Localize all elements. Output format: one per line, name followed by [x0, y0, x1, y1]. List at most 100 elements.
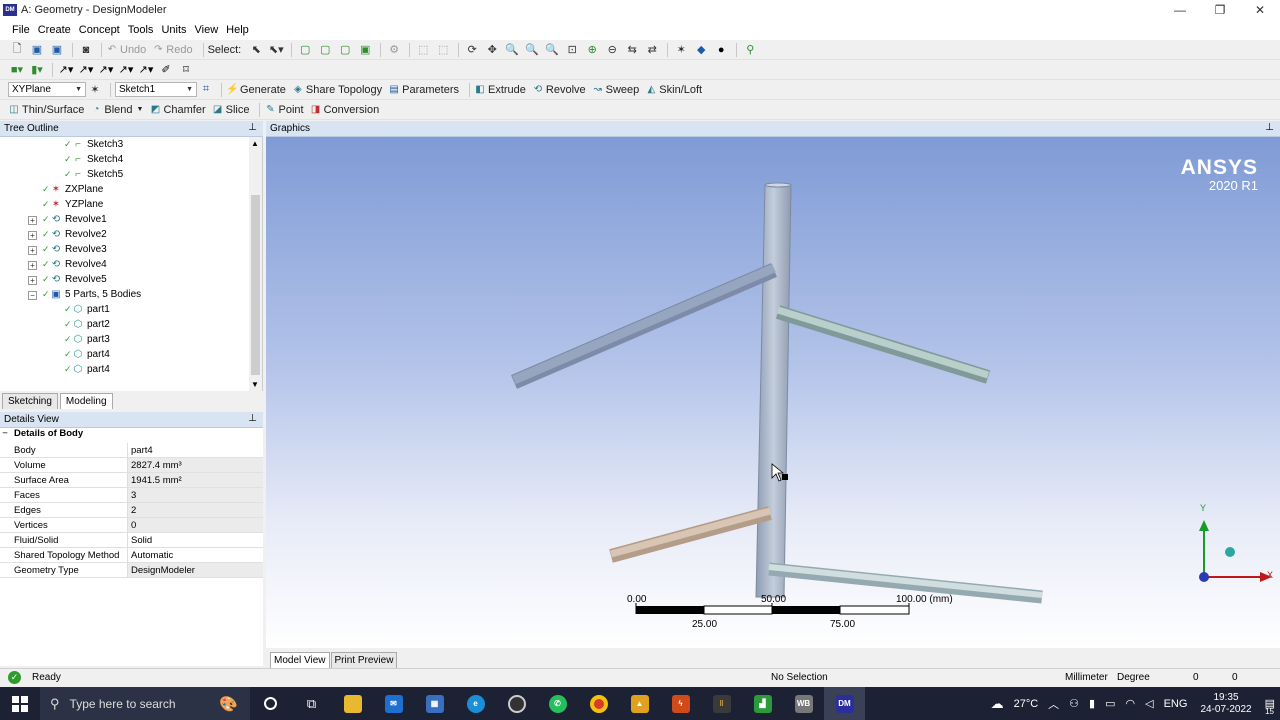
tree-item-part4-b[interactable]: ✓ ⬡ part4 — [64, 362, 110, 377]
tab-sketching[interactable]: Sketching — [2, 393, 58, 409]
meet-icon[interactable]: ⚇ — [1069, 697, 1079, 710]
pipe-vertical[interactable] — [755, 184, 792, 598]
tree-item-sketch5[interactable]: ✓ ⌐ Sketch5 — [64, 167, 123, 182]
excel-chart-icon[interactable]: ▟ — [742, 687, 783, 720]
select-mode-icon[interactable]: ⬉ — [247, 42, 265, 58]
tab-modeling[interactable]: Modeling — [59, 393, 113, 409]
next-view-icon[interactable]: ⇄ — [643, 42, 661, 58]
mail-icon[interactable]: ✉ — [373, 687, 414, 720]
slice-button[interactable]: ◪ Slice — [212, 104, 250, 116]
spline-tool-icon[interactable]: ↗▾ — [97, 62, 115, 78]
graphics-viewport[interactable]: ANSYS 2020 R1 0.00 50.00 100.00 (mm) 25.… — [266, 137, 1280, 648]
zoom-box-icon[interactable]: ⊡ — [563, 42, 581, 58]
expand-icon[interactable]: + — [28, 261, 37, 270]
details-row[interactable]: Shared Topology Method Automatic — [0, 548, 263, 563]
display-model-icon[interactable]: ◆ — [692, 42, 710, 58]
new-sketch-icon[interactable]: ⌗ — [197, 82, 215, 98]
tray-expand-icon[interactable]: ︿ — [1048, 696, 1059, 712]
construction-icon[interactable]: ⌑ — [177, 62, 195, 78]
box-zoom-icon[interactable]: 🔍 — [523, 42, 541, 58]
save-as-icon[interactable]: ▣ — [48, 42, 66, 58]
parameters-button[interactable]: ▤ Parameters — [388, 84, 459, 96]
store-icon[interactable]: ▦ — [414, 687, 455, 720]
notification-icon[interactable]: ▤ 15 — [1265, 697, 1275, 716]
collapse-icon[interactable]: − — [0, 428, 10, 443]
taskbar-search[interactable]: ⚲ Type here to search 🎨 — [40, 687, 250, 720]
menu-help[interactable]: Help — [222, 24, 253, 36]
details-row[interactable]: Faces 3 — [0, 488, 263, 503]
revolve-button[interactable]: ⟲ Revolve — [532, 84, 586, 96]
blend-button[interactable]: ◔ Blend ▼ — [90, 104, 143, 116]
designmodeler-taskbar-icon[interactable]: DM — [824, 687, 865, 720]
bottle-app-icon[interactable]: ǁ — [701, 687, 742, 720]
menu-concept[interactable]: Concept — [75, 24, 124, 36]
clock[interactable]: 19:35 24-07-2022 — [1200, 692, 1251, 716]
conversion-button[interactable]: ◨ Conversion — [310, 104, 379, 116]
details-row[interactable]: Fluid/Solid Solid — [0, 533, 263, 548]
tree-item-part4[interactable]: ✓ ⬡ part4 — [64, 347, 110, 362]
tree-item-revolve4[interactable]: ✓ ⟲ Revolve4 — [42, 257, 107, 272]
select-points-icon[interactable]: ▢ — [296, 42, 314, 58]
color-display-icon[interactable]: ■▾ — [8, 62, 26, 78]
generate-button[interactable]: ⚡ Generate — [226, 84, 286, 96]
tree-item-part2[interactable]: ✓ ⬡ part2 — [64, 317, 110, 332]
plane-dropdown[interactable]: XYPlane ▼ — [8, 82, 86, 97]
details-row[interactable]: Edges 2 — [0, 503, 263, 518]
expand-icon[interactable]: + — [28, 231, 37, 240]
tree-item-part1[interactable]: ✓ ⬡ part1 — [64, 302, 110, 317]
close-button[interactable]: ✕ — [1240, 0, 1280, 20]
expand-icon[interactable]: + — [28, 276, 37, 285]
menu-view[interactable]: View — [191, 24, 223, 36]
pin-icon[interactable]: ⊥ — [248, 122, 257, 133]
scroll-thumb[interactable] — [251, 195, 260, 375]
details-row[interactable]: Body part4 — [0, 443, 263, 458]
details-section-header[interactable]: − Details of Body — [0, 428, 263, 443]
tree-item-sketch3[interactable]: ✓ ⌐ Sketch3 — [64, 137, 123, 152]
weather-icon[interactable]: ☁ — [991, 696, 1004, 712]
look-at-icon[interactable]: ✶ — [672, 42, 690, 58]
help-icon[interactable]: ⚲ — [741, 42, 759, 58]
menu-file[interactable]: File — [8, 24, 34, 36]
tree-item-revolve2[interactable]: ✓ ⟲ Revolve2 — [42, 227, 107, 242]
scroll-down-icon[interactable]: ▼ — [251, 380, 259, 389]
screenshot-icon[interactable]: ◙ — [77, 42, 95, 58]
sketch-dropdown[interactable]: Sketch1 ▼ — [115, 82, 197, 97]
pin-icon[interactable]: ⊥ — [1265, 122, 1274, 133]
tab-print-preview[interactable]: Print Preview — [330, 652, 398, 668]
new-icon[interactable]: 🗋 — [8, 42, 26, 58]
box-select-icon[interactable]: ⬚ — [414, 42, 432, 58]
tree-scrollbar[interactable]: ▲ ▼ — [249, 137, 262, 391]
select-bodies-icon[interactable]: ▣ — [356, 42, 374, 58]
redo-button[interactable]: ↷ Redo — [152, 44, 193, 56]
share-topology-button[interactable]: ◈ Share Topology — [292, 84, 382, 96]
workbench-icon[interactable]: ▲ — [619, 687, 660, 720]
pin-icon[interactable]: ⊥ — [248, 413, 257, 424]
expand-icon[interactable]: + — [28, 216, 37, 225]
extrude-button[interactable]: ◧ Extrude — [474, 84, 526, 96]
rotate-icon[interactable]: ⟳ — [463, 42, 481, 58]
point-tool-icon[interactable]: ✐ — [157, 62, 175, 78]
details-row[interactable]: Geometry Type DesignModeler — [0, 563, 263, 578]
tab-model-view[interactable]: Model View — [270, 652, 330, 668]
mic-icon[interactable]: ▮ — [1089, 697, 1095, 710]
previous-view-icon[interactable]: ⇆ — [623, 42, 641, 58]
zoom-to-fit-icon[interactable]: 🔍 — [543, 42, 561, 58]
undo-button[interactable]: ↶ Undo — [106, 44, 147, 56]
skin-loft-button[interactable]: ◭ Skin/Loft — [645, 84, 702, 96]
display-point-icon[interactable]: ● — [712, 42, 730, 58]
new-plane-icon[interactable]: ✶ — [86, 82, 104, 98]
tree-item-revolve3[interactable]: ✓ ⟲ Revolve3 — [42, 242, 107, 257]
chrome-icon[interactable] — [578, 687, 619, 720]
file-explorer-icon[interactable] — [332, 687, 373, 720]
task-view-icon[interactable]: ⧉ — [291, 687, 332, 720]
wb-icon[interactable]: WB — [783, 687, 824, 720]
minimize-button[interactable]: — — [1160, 0, 1200, 20]
battery-icon[interactable]: ▭ — [1105, 697, 1115, 710]
details-row[interactable]: Volume 2827.4 mm³ — [0, 458, 263, 473]
tree-item-part3[interactable]: ✓ ⬡ part3 — [64, 332, 110, 347]
tree-item-revolve5[interactable]: ✓ ⟲ Revolve5 — [42, 272, 107, 287]
scroll-up-icon[interactable]: ▲ — [251, 139, 259, 148]
details-row[interactable]: Vertices 0 — [0, 518, 263, 533]
menu-create[interactable]: Create — [34, 24, 75, 36]
edge-display-icon[interactable]: ▮▾ — [28, 62, 46, 78]
